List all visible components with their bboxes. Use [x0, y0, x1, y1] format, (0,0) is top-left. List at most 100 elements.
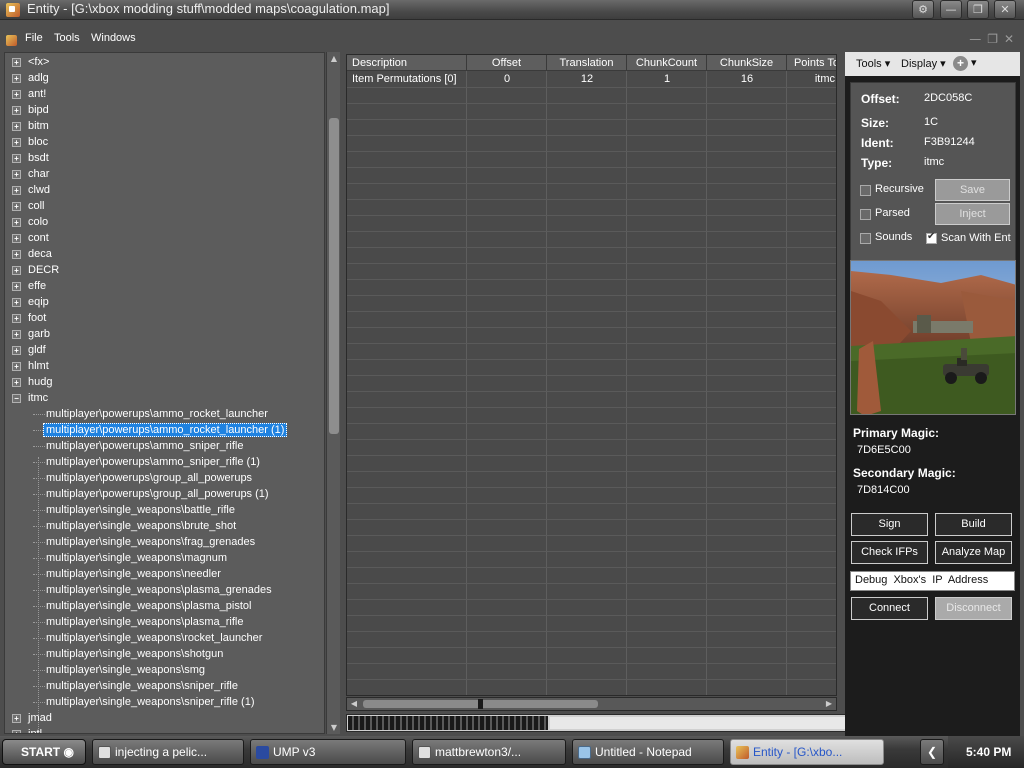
task-label: Entity - [G:\xbo...	[753, 745, 843, 759]
tree-connector	[33, 702, 45, 703]
expand-icon[interactable]: +	[12, 250, 21, 259]
menu-file[interactable]: File	[25, 32, 43, 44]
column-header[interactable]: ChunkSize	[707, 55, 787, 71]
connect-button[interactable]: Connect	[851, 597, 928, 620]
secondary-magic-label: Secondary Magic:	[853, 466, 956, 480]
title-bar[interactable]: Entity - [G:\xbox modding stuff\modded m…	[0, 0, 1024, 20]
task-injecting[interactable]: injecting a pelic...	[92, 739, 244, 765]
grid-row-line	[347, 359, 836, 360]
column-header[interactable]: Points To	[787, 55, 836, 71]
build-button[interactable]: Build	[935, 513, 1012, 536]
grid-row-line	[347, 503, 836, 504]
offset-value: 2DC058C	[924, 92, 973, 104]
tray-collapse-button[interactable]: ❮	[920, 739, 944, 765]
tree-connector	[33, 654, 45, 655]
tree-scrollbar[interactable]: ▲ ▼	[326, 52, 340, 734]
expand-icon[interactable]: +	[12, 378, 21, 387]
expand-icon[interactable]: +	[12, 266, 21, 275]
column-header[interactable]: Translation	[547, 55, 627, 71]
menu-windows[interactable]: Windows	[91, 32, 136, 44]
tag-tree[interactable]: + <fx> + adlg + ant! + bipd + bitm + bloc + bsdt + char…	[4, 52, 325, 734]
column-header[interactable]: Offset	[467, 55, 547, 71]
parsed-checkbox[interactable]	[860, 209, 871, 220]
expand-icon[interactable]: +	[12, 138, 21, 147]
table-cell[interactable]: 12	[547, 71, 627, 87]
sounds-checkbox[interactable]	[860, 233, 871, 244]
column-header[interactable]: Description	[347, 55, 467, 71]
type-label: Type:	[861, 156, 893, 170]
maximize-button[interactable]: ❐	[967, 0, 989, 19]
task-ump[interactable]: UMP v3	[250, 739, 406, 765]
expand-icon[interactable]: +	[12, 234, 21, 243]
expand-icon[interactable]: +	[12, 346, 21, 355]
sign-button[interactable]: Sign	[851, 513, 928, 536]
scan-with-ent-checkbox[interactable]	[926, 231, 937, 244]
expand-icon[interactable]: +	[12, 154, 21, 163]
expand-icon[interactable]: +	[12, 330, 21, 339]
tree-connector	[33, 446, 45, 447]
close-button[interactable]: ✕	[994, 0, 1016, 19]
expand-icon[interactable]: +	[12, 106, 21, 115]
expand-icon[interactable]: +	[12, 170, 21, 179]
expand-icon[interactable]: +	[12, 74, 21, 83]
tree-connector	[33, 638, 45, 639]
task-notepad[interactable]: Untitled - Notepad	[572, 739, 724, 765]
expand-icon[interactable]: +	[12, 122, 21, 131]
task-label: mattbrewton3/...	[435, 745, 522, 759]
entity-icon	[736, 746, 749, 759]
menu-tools[interactable]: Tools	[54, 32, 80, 44]
add-dropdown-icon[interactable]: ▾	[971, 56, 977, 69]
expand-icon[interactable]: +	[12, 58, 21, 67]
expand-icon[interactable]: +	[12, 202, 21, 211]
task-label: UMP v3	[273, 745, 316, 759]
expand-icon[interactable]: +	[12, 186, 21, 195]
save-button[interactable]: Save	[935, 179, 1010, 201]
scrollbar-thumb[interactable]	[329, 118, 339, 434]
inject-button[interactable]: Inject	[935, 203, 1010, 225]
add-icon[interactable]: +	[953, 56, 968, 71]
table-cell[interactable]: Item Permutations [0]	[352, 71, 467, 87]
minimize-button[interactable]: —	[940, 0, 962, 19]
tools-dropdown[interactable]: Tools ▾	[856, 57, 890, 70]
table-cell[interactable]: 16	[707, 71, 787, 87]
analyze-map-button[interactable]: Analyze Map	[935, 541, 1012, 564]
meta-grid[interactable]: Description Offset Translation ChunkCount Ch…	[346, 54, 837, 696]
grid-row-line	[347, 407, 836, 408]
check-ifps-button[interactable]: Check IFPs	[851, 541, 928, 564]
task-browser[interactable]: mattbrewton3/...	[412, 739, 566, 765]
xbox-ip-input[interactable]: Debug Xbox's IP Address	[850, 571, 1015, 591]
mdi-window-controls[interactable]: —❐✕	[969, 32, 1020, 46]
scroll-up-icon[interactable]: ▲	[328, 52, 340, 65]
collapse-icon[interactable]: −	[12, 394, 21, 403]
tree-node-label: bipd	[28, 104, 49, 116]
tree-connector	[33, 558, 45, 559]
grid-row-line	[347, 199, 836, 200]
table-cell[interactable]: 0	[467, 71, 547, 87]
help-icon[interactable]: ⚙	[912, 0, 934, 19]
expand-icon[interactable]: +	[12, 314, 21, 323]
task-entity[interactable]: Entity - [G:\xbo...	[730, 739, 884, 765]
tree-node-label: char	[28, 168, 50, 180]
expand-icon[interactable]: +	[12, 90, 21, 99]
mdi-child-icon[interactable]	[6, 35, 17, 46]
grid-hscrollbar[interactable]: ◀ ▶	[346, 697, 837, 711]
recursive-checkbox[interactable]	[860, 185, 871, 196]
ident-label: Ident:	[861, 136, 894, 150]
expand-icon[interactable]: +	[12, 282, 21, 291]
scroll-down-icon[interactable]: ▼	[328, 721, 340, 734]
expand-icon[interactable]: +	[12, 362, 21, 371]
expand-icon[interactable]: +	[12, 730, 21, 733]
expand-icon[interactable]: +	[12, 218, 21, 227]
scroll-right-icon[interactable]: ▶	[822, 698, 836, 710]
table-cell[interactable]: 1	[627, 71, 707, 87]
expand-icon[interactable]: +	[12, 714, 21, 723]
start-button[interactable]: START ◉	[2, 739, 86, 765]
expand-icon[interactable]: +	[12, 298, 21, 307]
tree-node-label: deca	[28, 248, 52, 260]
table-cell[interactable]: itmc	[787, 71, 836, 87]
disconnect-button[interactable]: Disconnect	[935, 597, 1012, 620]
display-dropdown[interactable]: Display ▾	[901, 57, 946, 70]
column-header[interactable]: ChunkCount	[627, 55, 707, 71]
scroll-left-icon[interactable]: ◀	[347, 698, 361, 710]
grid-row-line	[347, 183, 836, 184]
